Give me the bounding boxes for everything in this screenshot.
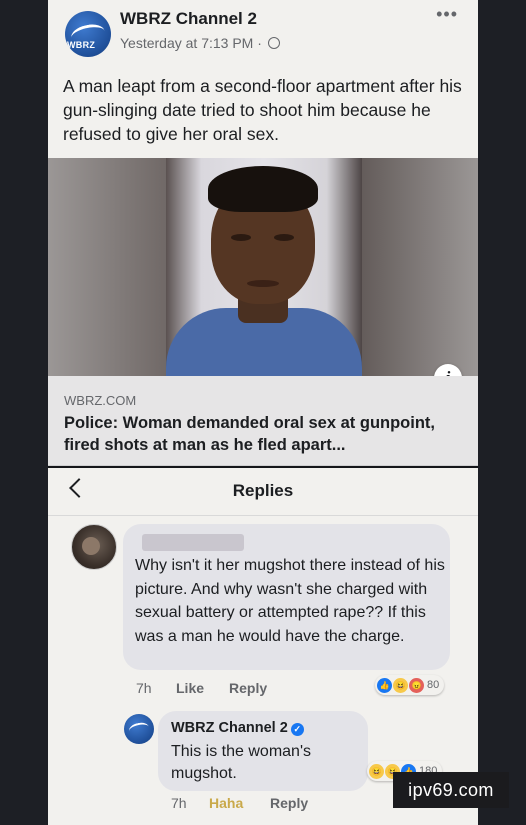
globe-icon [267,37,280,49]
replies-title: Replies [232,481,294,500]
comment-reactions[interactable]: 👍 😆 😠 80 [375,675,445,695]
more-options-icon[interactable]: ••• [436,4,458,25]
image-shade-right [348,158,478,376]
link-title: Police: Woman demanded oral sex at gunpo… [64,414,436,454]
watermark: ipv69.com [393,772,509,808]
link-domain: WBRZ.COM [64,393,137,408]
post-image[interactable] [48,158,478,376]
haha-reaction-icon: 😆 [393,677,408,693]
haha-reaction-icon: 😆 [369,763,384,779]
logo-swoosh-icon [127,721,151,737]
verified-badge-icon: ✓ [290,723,304,736]
comment-reaction-count: 80 [427,679,440,691]
dark-margin-left [0,0,48,825]
page-avatar[interactable]: WBRZ [65,11,111,57]
dark-margin-right [478,0,526,825]
comment-text: Why isn't it her mugshot there instead o… [135,557,445,645]
post-text: A man leapt from a second-floor apartmen… [63,76,462,144]
header-divider [48,515,478,516]
timestamp-text: Yesterday at 7:13 PM · [120,35,262,51]
mugshot-mouth [247,280,279,287]
comment-like-button[interactable]: Like [176,680,204,696]
reply-page-avatar[interactable] [124,714,154,744]
like-reaction-icon: 👍 [377,677,392,693]
reply-bubble: WBRZ Channel 2 ✓ This is the woman's mugs… [158,711,368,791]
avatar-brand-text: WBRZ [67,40,96,50]
reply-time: 7h [171,795,187,811]
commenter-avatar[interactable] [71,524,117,570]
link-preview[interactable]: WBRZ.COM Police: Woman demanded oral sex… [48,376,478,466]
reply-text: This is the woman's mugshot. [171,743,311,782]
reply-author[interactable]: WBRZ Channel 2 ✓ [171,720,304,736]
comment-reply-button[interactable]: Reply [229,680,267,696]
page-name[interactable]: WBRZ Channel 2 [120,9,257,29]
angry-reaction-icon: 😠 [409,677,424,693]
image-shade-left [48,158,178,376]
post-card: WBRZ WBRZ Channel 2 Yesterday at 7:13 PM… [48,0,478,466]
mugshot-eye-right [274,234,294,241]
mugshot-hair [208,166,318,212]
comment-bubble: Why isn't it her mugshot there instead o… [123,524,450,670]
mugshot-eye-left [231,234,251,241]
reply-reply-button[interactable]: Reply [270,795,308,811]
redacted-author-name [142,534,244,551]
reply-author-name: WBRZ Channel 2 [171,720,288,736]
comment-time: 7h [136,680,152,696]
reply-haha-button[interactable]: Haha [209,795,243,811]
post-timestamp[interactable]: Yesterday at 7:13 PM · [120,35,280,51]
